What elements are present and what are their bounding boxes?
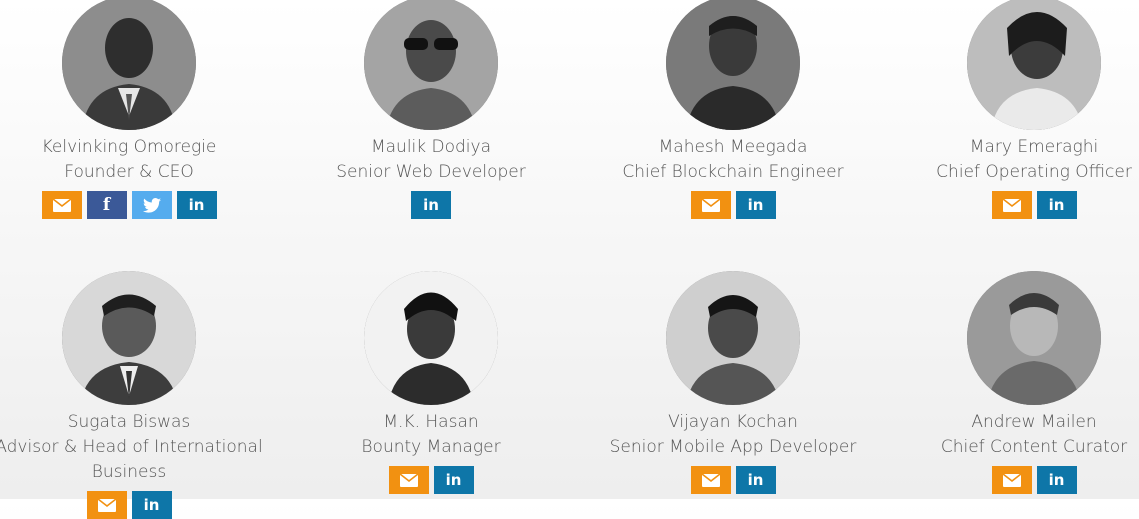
- email-button[interactable]: [690, 466, 731, 494]
- email-button[interactable]: [991, 466, 1032, 494]
- member-name: M.K. Hasan: [383, 412, 479, 432]
- avatar: [364, 0, 498, 130]
- avatar: [967, 271, 1101, 405]
- linkedin-button[interactable]: in: [1036, 466, 1077, 494]
- email-icon: [701, 473, 720, 487]
- team-member-sugata-biswas: Sugata Biswas Advisor & Head of Internat…: [0, 271, 279, 519]
- email-icon: [1002, 473, 1021, 487]
- avatar: [62, 271, 196, 405]
- avatar: [364, 271, 498, 405]
- member-role: Bounty Manager: [361, 437, 501, 457]
- member-name: Maulik Dodiya: [370, 137, 492, 157]
- twitter-button[interactable]: [131, 191, 172, 219]
- linkedin-icon: in: [188, 196, 205, 214]
- member-role: Chief Blockchain Engineer: [622, 162, 844, 182]
- email-icon: [97, 498, 116, 512]
- email-button[interactable]: [388, 466, 429, 494]
- social-links: in: [281, 191, 581, 219]
- member-role: Founder & CEO: [64, 162, 194, 182]
- linkedin-button[interactable]: in: [735, 466, 776, 494]
- member-role-line2: Business: [91, 462, 167, 482]
- member-role: Senior Mobile App Developer: [609, 437, 857, 457]
- social-links: in: [0, 491, 279, 519]
- email-button[interactable]: [86, 491, 127, 519]
- linkedin-button[interactable]: in: [131, 491, 172, 519]
- linkedin-button[interactable]: in: [1036, 191, 1077, 219]
- member-role: Chief Content Curator: [940, 437, 1128, 457]
- team-member-mk-hasan: M.K. Hasan Bounty Manager in: [281, 271, 581, 494]
- linkedin-icon: in: [1048, 196, 1065, 214]
- social-links: in: [583, 466, 883, 494]
- avatar: [967, 0, 1101, 130]
- linkedin-icon: in: [747, 471, 764, 489]
- linkedin-icon: in: [1048, 471, 1065, 489]
- social-links: in: [884, 466, 1139, 494]
- team-member-mahesh-meegada: Mahesh Meegada Chief Blockchain Engineer…: [583, 0, 883, 219]
- email-icon: [399, 473, 418, 487]
- email-icon: [701, 198, 720, 212]
- social-links: in: [583, 191, 883, 219]
- team-member-andrew-mailen: Andrew Mailen Chief Content Curator in: [884, 271, 1139, 494]
- member-role: Senior Web Developer: [336, 162, 526, 182]
- social-links: in: [281, 466, 581, 494]
- facebook-icon: f: [102, 195, 111, 215]
- linkedin-icon: in: [445, 471, 462, 489]
- social-links: in: [884, 191, 1139, 219]
- linkedin-icon: in: [747, 196, 764, 214]
- member-role: Advisor & Head of International: [0, 437, 263, 457]
- email-icon: [52, 198, 71, 212]
- twitter-icon: [142, 197, 161, 213]
- linkedin-button[interactable]: in: [411, 191, 451, 219]
- team-member-vijayan-kochan: Vijayan Kochan Senior Mobile App Develop…: [583, 271, 883, 494]
- email-button[interactable]: [991, 191, 1032, 219]
- linkedin-button[interactable]: in: [735, 191, 776, 219]
- member-name: Sugata Biswas: [67, 412, 191, 432]
- avatar: [666, 271, 800, 405]
- member-name: Vijayan Kochan: [668, 412, 798, 432]
- member-name: Mary Emeraghi: [969, 137, 1099, 157]
- member-name: Andrew Mailen: [971, 412, 1097, 432]
- team-member-kelvinking-omoregie: Kelvinking Omoregie Founder & CEO f in: [0, 0, 279, 219]
- email-button[interactable]: [690, 191, 731, 219]
- team-member-maulik-dodiya: Maulik Dodiya Senior Web Developer in: [281, 0, 581, 219]
- facebook-button[interactable]: f: [86, 191, 127, 219]
- member-role: Chief Operating Officer: [936, 162, 1132, 182]
- linkedin-icon: in: [423, 196, 439, 214]
- avatar: [666, 0, 800, 130]
- member-name: Kelvinking Omoregie: [41, 137, 217, 157]
- linkedin-button[interactable]: in: [433, 466, 474, 494]
- linkedin-button[interactable]: in: [176, 191, 217, 219]
- email-icon: [1002, 198, 1021, 212]
- team-member-mary-emeraghi: Mary Emeraghi Chief Operating Officer in: [884, 0, 1139, 219]
- social-links: f in: [0, 191, 279, 219]
- email-button[interactable]: [41, 191, 82, 219]
- member-name: Mahesh Meegada: [658, 137, 808, 157]
- avatar: [62, 0, 196, 130]
